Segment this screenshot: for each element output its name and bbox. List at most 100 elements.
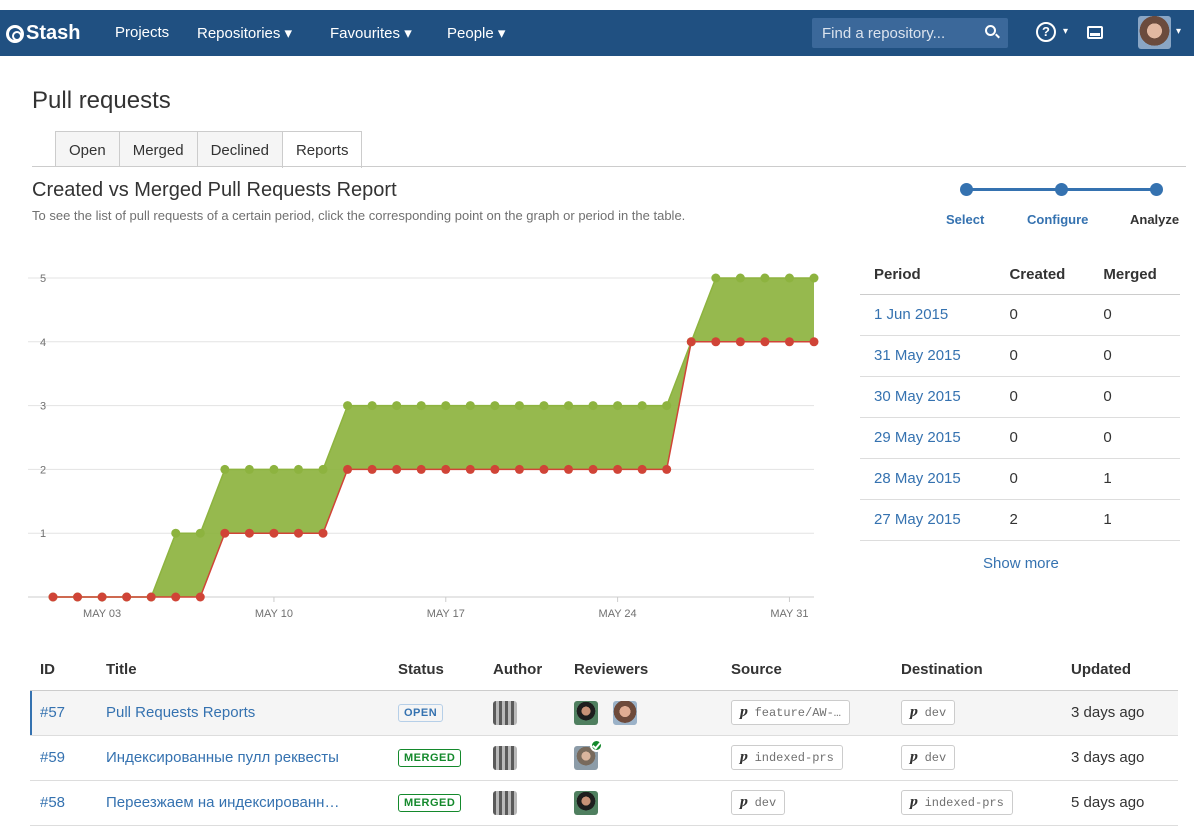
pull-request-row[interactable]: #58 Переезжаем на индексированн… MERGED … (30, 780, 1178, 826)
search-input[interactable] (822, 23, 972, 43)
merged-data-point[interactable] (73, 592, 83, 602)
inbox-icon[interactable] (1087, 26, 1103, 39)
wizard-step-configure[interactable]: Configure (1027, 212, 1088, 227)
pull-request-row[interactable]: #57 Pull Requests Reports OPEN ƿ feature/… (30, 690, 1178, 736)
reviewer-avatar[interactable] (574, 790, 598, 815)
merged-data-point[interactable] (441, 464, 451, 474)
created-data-point[interactable] (441, 401, 451, 411)
merged-data-point[interactable] (244, 528, 254, 538)
merged-data-point[interactable] (465, 464, 475, 474)
created-data-point[interactable] (760, 273, 770, 283)
created-data-point[interactable] (293, 464, 303, 474)
merged-data-point[interactable] (367, 464, 377, 474)
merged-data-point[interactable] (343, 464, 353, 474)
created-data-point[interactable] (465, 401, 475, 411)
merged-data-point[interactable] (195, 592, 205, 602)
pull-request-id[interactable]: #59 (30, 735, 96, 781)
merged-data-point[interactable] (293, 528, 303, 538)
created-data-point[interactable] (735, 273, 745, 283)
created-data-point[interactable] (318, 464, 328, 474)
period-link[interactable]: 29 May 2015 (860, 417, 996, 459)
period-link[interactable]: 28 May 2015 (860, 458, 996, 500)
created-data-point[interactable] (637, 401, 647, 411)
tab-merged[interactable]: Merged (118, 131, 198, 167)
merged-data-point[interactable] (711, 337, 721, 347)
author-avatar[interactable] (493, 790, 517, 815)
period-link[interactable]: 31 May 2015 (860, 335, 996, 377)
pull-request-title[interactable]: Переезжаем на индексированн… (96, 780, 388, 826)
created-data-point[interactable] (539, 401, 549, 411)
wizard-step-configure-dot[interactable] (1055, 183, 1068, 196)
user-chevron-down-icon[interactable]: ▾ (1176, 26, 1181, 37)
created-data-point[interactable] (244, 464, 254, 474)
tab-reports[interactable]: Reports (281, 131, 363, 168)
nav-repositories[interactable]: Repositories ▾ (197, 24, 292, 42)
nav-people[interactable]: People ▾ (447, 24, 505, 42)
merged-data-point[interactable] (269, 528, 279, 538)
merged-data-point[interactable] (48, 592, 58, 602)
author-avatar[interactable] (493, 700, 517, 725)
merged-data-point[interactable] (539, 464, 549, 474)
created-data-point[interactable] (514, 401, 524, 411)
merged-data-point[interactable] (613, 464, 623, 474)
pull-request-title[interactable]: Pull Requests Reports (96, 690, 388, 736)
merged-data-point[interactable] (564, 464, 574, 474)
created-data-point[interactable] (784, 273, 794, 283)
created-data-point[interactable] (564, 401, 574, 411)
stash-logo[interactable]: Stash (6, 22, 80, 45)
created-data-point[interactable] (613, 401, 623, 411)
destination-branch[interactable]: ƿ dev (901, 700, 956, 725)
search-icon[interactable] (985, 25, 996, 36)
source-branch[interactable]: ƿ dev (731, 790, 786, 815)
merged-data-point[interactable] (637, 464, 647, 474)
tab-declined[interactable]: Declined (196, 131, 283, 167)
show-more-link[interactable]: Show more (983, 555, 1059, 572)
wizard-step-select-dot[interactable] (960, 183, 973, 196)
reviewer-avatar[interactable] (613, 700, 638, 725)
merged-data-point[interactable] (318, 528, 328, 538)
created-data-point[interactable] (269, 464, 279, 474)
merged-data-point[interactable] (97, 592, 107, 602)
pull-request-row[interactable]: #59 Индексированные пулл реквесты MERGED… (30, 735, 1178, 781)
merged-data-point[interactable] (146, 592, 156, 602)
merged-data-point[interactable] (686, 337, 696, 347)
period-link[interactable]: 27 May 2015 (860, 499, 996, 541)
created-data-point[interactable] (662, 401, 672, 411)
merged-data-point[interactable] (809, 337, 819, 347)
wizard-step-select[interactable]: Select (946, 212, 984, 227)
help-icon[interactable]: ? (1036, 22, 1056, 42)
created-data-point[interactable] (195, 528, 205, 538)
created-data-point[interactable] (809, 273, 819, 283)
merged-data-point[interactable] (392, 464, 402, 474)
merged-data-point[interactable] (171, 592, 181, 602)
period-link[interactable]: 1 Jun 2015 (860, 294, 996, 336)
nav-projects[interactable]: Projects (115, 24, 169, 41)
merged-data-point[interactable] (122, 592, 132, 602)
merged-data-point[interactable] (220, 528, 230, 538)
wizard-step-analyze-dot[interactable] (1150, 183, 1163, 196)
merged-data-point[interactable] (760, 337, 770, 347)
help-chevron-down-icon[interactable]: ▾ (1063, 26, 1068, 37)
created-data-point[interactable] (490, 401, 500, 411)
created-data-point[interactable] (220, 464, 230, 474)
user-avatar[interactable] (1138, 16, 1171, 49)
period-link[interactable]: 30 May 2015 (860, 376, 996, 418)
reviewer-avatar[interactable] (574, 738, 603, 770)
reviewer-avatar[interactable] (574, 700, 598, 725)
author-avatar[interactable] (493, 745, 517, 770)
merged-data-point[interactable] (784, 337, 794, 347)
nav-favourites[interactable]: Favourites ▾ (330, 24, 412, 42)
created-data-point[interactable] (711, 273, 721, 283)
merged-data-point[interactable] (416, 464, 426, 474)
created-data-point[interactable] (416, 401, 426, 411)
merged-data-point[interactable] (588, 464, 598, 474)
source-branch[interactable]: ƿ indexed-prs (731, 745, 843, 770)
created-data-point[interactable] (171, 528, 181, 538)
created-data-point[interactable] (588, 401, 598, 411)
merged-data-point[interactable] (735, 337, 745, 347)
pull-request-id[interactable]: #57 (30, 690, 96, 736)
source-branch[interactable]: ƿ feature/AW-… (731, 700, 850, 725)
destination-branch[interactable]: ƿ dev (901, 745, 956, 770)
merged-data-point[interactable] (514, 464, 524, 474)
tab-open[interactable]: Open (55, 131, 120, 167)
